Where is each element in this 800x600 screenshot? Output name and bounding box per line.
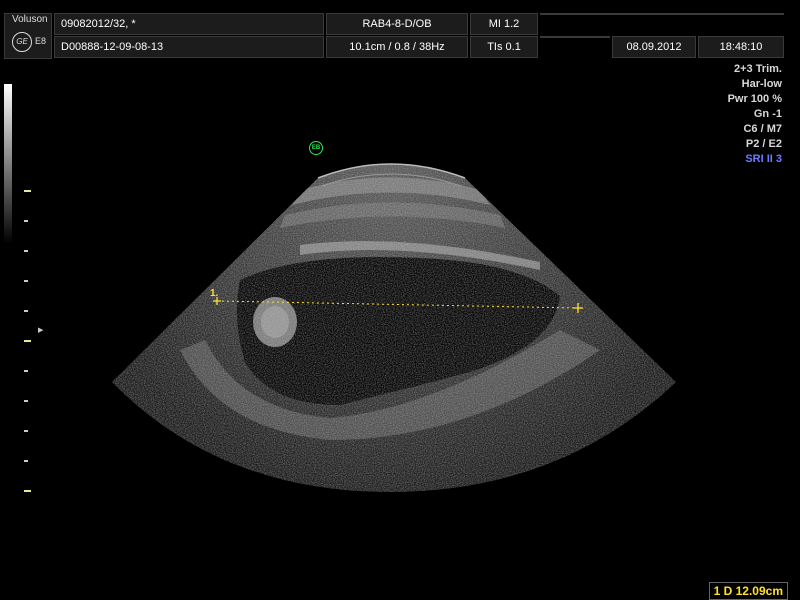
caliper-label: 1. bbox=[210, 288, 219, 299]
ultrasound-image bbox=[112, 163, 676, 492]
focus-marker-icon: EB bbox=[309, 141, 323, 155]
measurement-result: 1 D 12.09cm bbox=[708, 582, 788, 600]
